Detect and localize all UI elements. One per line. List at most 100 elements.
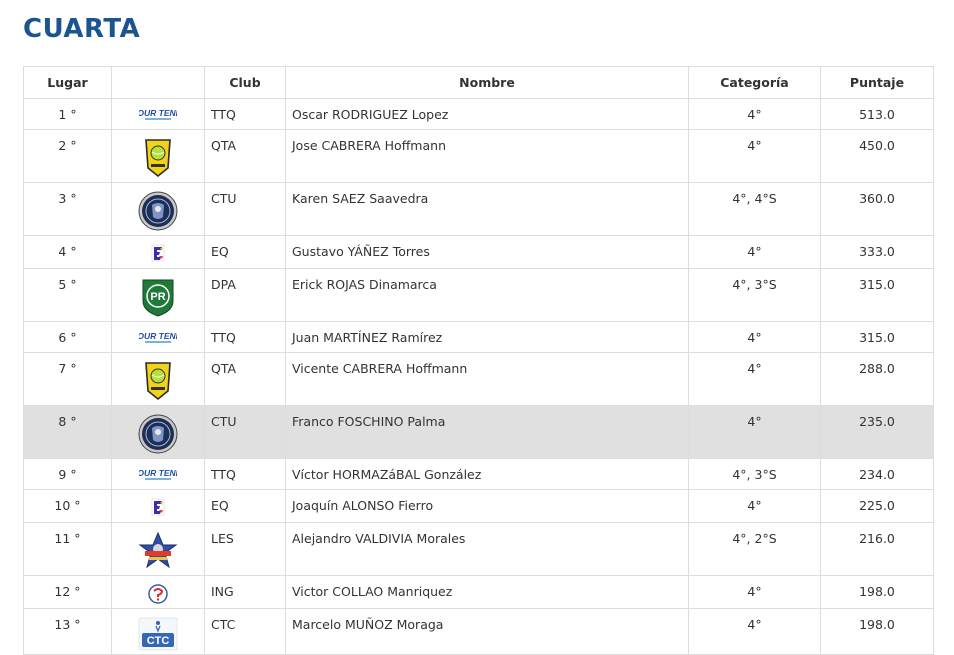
ttq-logo-icon: TOUR TENIS xyxy=(139,468,177,480)
rank-cell: 10 ° xyxy=(23,489,112,523)
club-cell: TTQ xyxy=(204,98,286,130)
player-name-cell: Erick ROJAS Dinamarca xyxy=(285,268,689,322)
club-cell: ING xyxy=(204,575,286,609)
club-cell: QTA xyxy=(204,129,286,183)
table-row: 11 ° LES Alejandro VALDIVIA Morales 4°, 2°… xyxy=(23,522,934,576)
club-cell: CTU xyxy=(204,405,286,459)
header-logo xyxy=(111,66,205,99)
ttq-logo-icon: TOUR TENIS xyxy=(139,108,177,120)
club-logo-cell xyxy=(111,489,205,523)
club-logo-cell: TOUR TENIS xyxy=(111,98,205,130)
table-row: 5 ° PR DPA Erick ROJAS Dinamarca 4°, 3°S 31… xyxy=(23,268,934,322)
club-logo-cell xyxy=(111,522,205,576)
qta-logo-icon xyxy=(145,362,171,401)
club-logo-cell xyxy=(111,182,205,236)
player-name-cell: Oscar RODRIGUEZ Lopez xyxy=(285,98,689,130)
club-cell: CTU xyxy=(204,182,286,236)
club-logo-cell xyxy=(111,575,205,609)
rank-cell: 8 ° xyxy=(23,405,112,459)
table-row: 4 ° EQ Gustavo YÁÑEZ Torres 4° 333.0 xyxy=(23,235,934,269)
club-cell: CTC xyxy=(204,608,286,655)
club-cell: EQ xyxy=(204,235,286,269)
club-logo-cell: TOUR TENIS xyxy=(111,321,205,353)
category-cell: 4° xyxy=(688,489,821,523)
header-puntaje: Puntaje xyxy=(820,66,934,99)
page-title: CUARTA xyxy=(23,14,141,44)
points-cell: 234.0 xyxy=(820,458,934,490)
points-cell: 235.0 xyxy=(820,405,934,459)
table-row: 9 ° TOUR TENIS TTQVíctor HORMAZáBAL Gonz… xyxy=(23,458,934,490)
ing-logo-icon xyxy=(148,584,168,604)
table-row: 1 ° TOUR TENIS TTQOscar RODRIGUEZ Lopez4… xyxy=(23,98,934,130)
table-row: 2 ° QTA Jose CABRERA Hoffmann 4° 450.0 xyxy=(23,129,934,183)
ctu-logo-icon xyxy=(138,414,178,454)
category-cell: 4° xyxy=(688,405,821,459)
points-cell: 360.0 xyxy=(820,182,934,236)
points-cell: 198.0 xyxy=(820,575,934,609)
svg-text:PR: PR xyxy=(150,291,165,303)
table-row: 8 ° CTU Franco FOSCHINO Palma 4° 235.0 xyxy=(23,405,934,459)
category-cell: 4° xyxy=(688,352,821,406)
category-cell: 4°, 3°S xyxy=(688,458,821,490)
points-cell: 198.0 xyxy=(820,608,934,655)
ranking-table: Lugar Club Nombre Categoría Puntaje 1 ° … xyxy=(23,66,934,655)
club-logo-cell xyxy=(111,235,205,269)
category-cell: 4° xyxy=(688,98,821,130)
table-header-row: Lugar Club Nombre Categoría Puntaje xyxy=(23,66,934,99)
club-cell: TTQ xyxy=(204,458,286,490)
rank-cell: 7 ° xyxy=(23,352,112,406)
table-row: 3 ° CTU Karen SAEZ Saavedra 4°, 4°S 360.0 xyxy=(23,182,934,236)
ttq-logo-icon: TOUR TENIS xyxy=(139,331,177,343)
player-name-cell: Vicente CABRERA Hoffmann xyxy=(285,352,689,406)
svg-text:TOUR TENIS: TOUR TENIS xyxy=(139,331,177,341)
club-cell: EQ xyxy=(204,489,286,523)
rank-cell: 9 ° xyxy=(23,458,112,490)
points-cell: 333.0 xyxy=(820,235,934,269)
points-cell: 315.0 xyxy=(820,321,934,353)
points-cell: 450.0 xyxy=(820,129,934,183)
club-cell: QTA xyxy=(204,352,286,406)
rank-cell: 13 ° xyxy=(23,608,112,655)
rank-cell: 1 ° xyxy=(23,98,112,130)
table-row: 6 ° TOUR TENIS TTQJuan MARTÍNEZ Ramírez4… xyxy=(23,321,934,353)
eq-logo-icon xyxy=(151,244,165,262)
dpa-logo-icon: PR xyxy=(142,279,174,317)
qta-logo-icon xyxy=(145,139,171,178)
points-cell: 513.0 xyxy=(820,98,934,130)
ctu-logo-icon xyxy=(138,191,178,231)
player-name-cell: Franco FOSCHINO Palma xyxy=(285,405,689,459)
svg-text:TOUR TENIS: TOUR TENIS xyxy=(139,108,177,118)
player-name-cell: Jose CABRERA Hoffmann xyxy=(285,129,689,183)
ctc-logo-icon: CTC xyxy=(138,617,178,651)
table-row: 10 ° EQ Joaquín ALONSO Fierro 4° 225.0 xyxy=(23,489,934,523)
player-name-cell: Marcelo MUÑOZ Moraga xyxy=(285,608,689,655)
club-logo-cell: PR xyxy=(111,268,205,322)
player-name-cell: Gustavo YÁÑEZ Torres xyxy=(285,235,689,269)
points-cell: 315.0 xyxy=(820,268,934,322)
category-cell: 4°, 3°S xyxy=(688,268,821,322)
category-cell: 4° xyxy=(688,575,821,609)
rank-cell: 6 ° xyxy=(23,321,112,353)
header-categoria: Categoría xyxy=(688,66,821,99)
svg-text:CTC: CTC xyxy=(147,635,170,647)
category-cell: 4°, 4°S xyxy=(688,182,821,236)
category-cell: 4° xyxy=(688,321,821,353)
player-name-cell: Victor COLLAO Manriquez xyxy=(285,575,689,609)
rank-cell: 2 ° xyxy=(23,129,112,183)
category-cell: 4°, 2°S xyxy=(688,522,821,576)
eq-logo-icon xyxy=(151,498,165,516)
rank-cell: 5 ° xyxy=(23,268,112,322)
header-lugar: Lugar xyxy=(23,66,112,99)
rank-cell: 3 ° xyxy=(23,182,112,236)
club-logo-cell xyxy=(111,129,205,183)
rank-cell: 11 ° xyxy=(23,522,112,576)
header-club: Club xyxy=(204,66,286,99)
points-cell: 288.0 xyxy=(820,352,934,406)
player-name-cell: Karen SAEZ Saavedra xyxy=(285,182,689,236)
rank-cell: 12 ° xyxy=(23,575,112,609)
category-cell: 4° xyxy=(688,608,821,655)
club-cell: LES xyxy=(204,522,286,576)
table-row: 13 ° CTC CTC Marcelo MUÑOZ Moraga 4° 198.0 xyxy=(23,608,934,655)
table-row: 12 ° ING Victor COLLAO Manriquez 4° 198.0 xyxy=(23,575,934,609)
club-logo-cell: TOUR TENIS xyxy=(111,458,205,490)
